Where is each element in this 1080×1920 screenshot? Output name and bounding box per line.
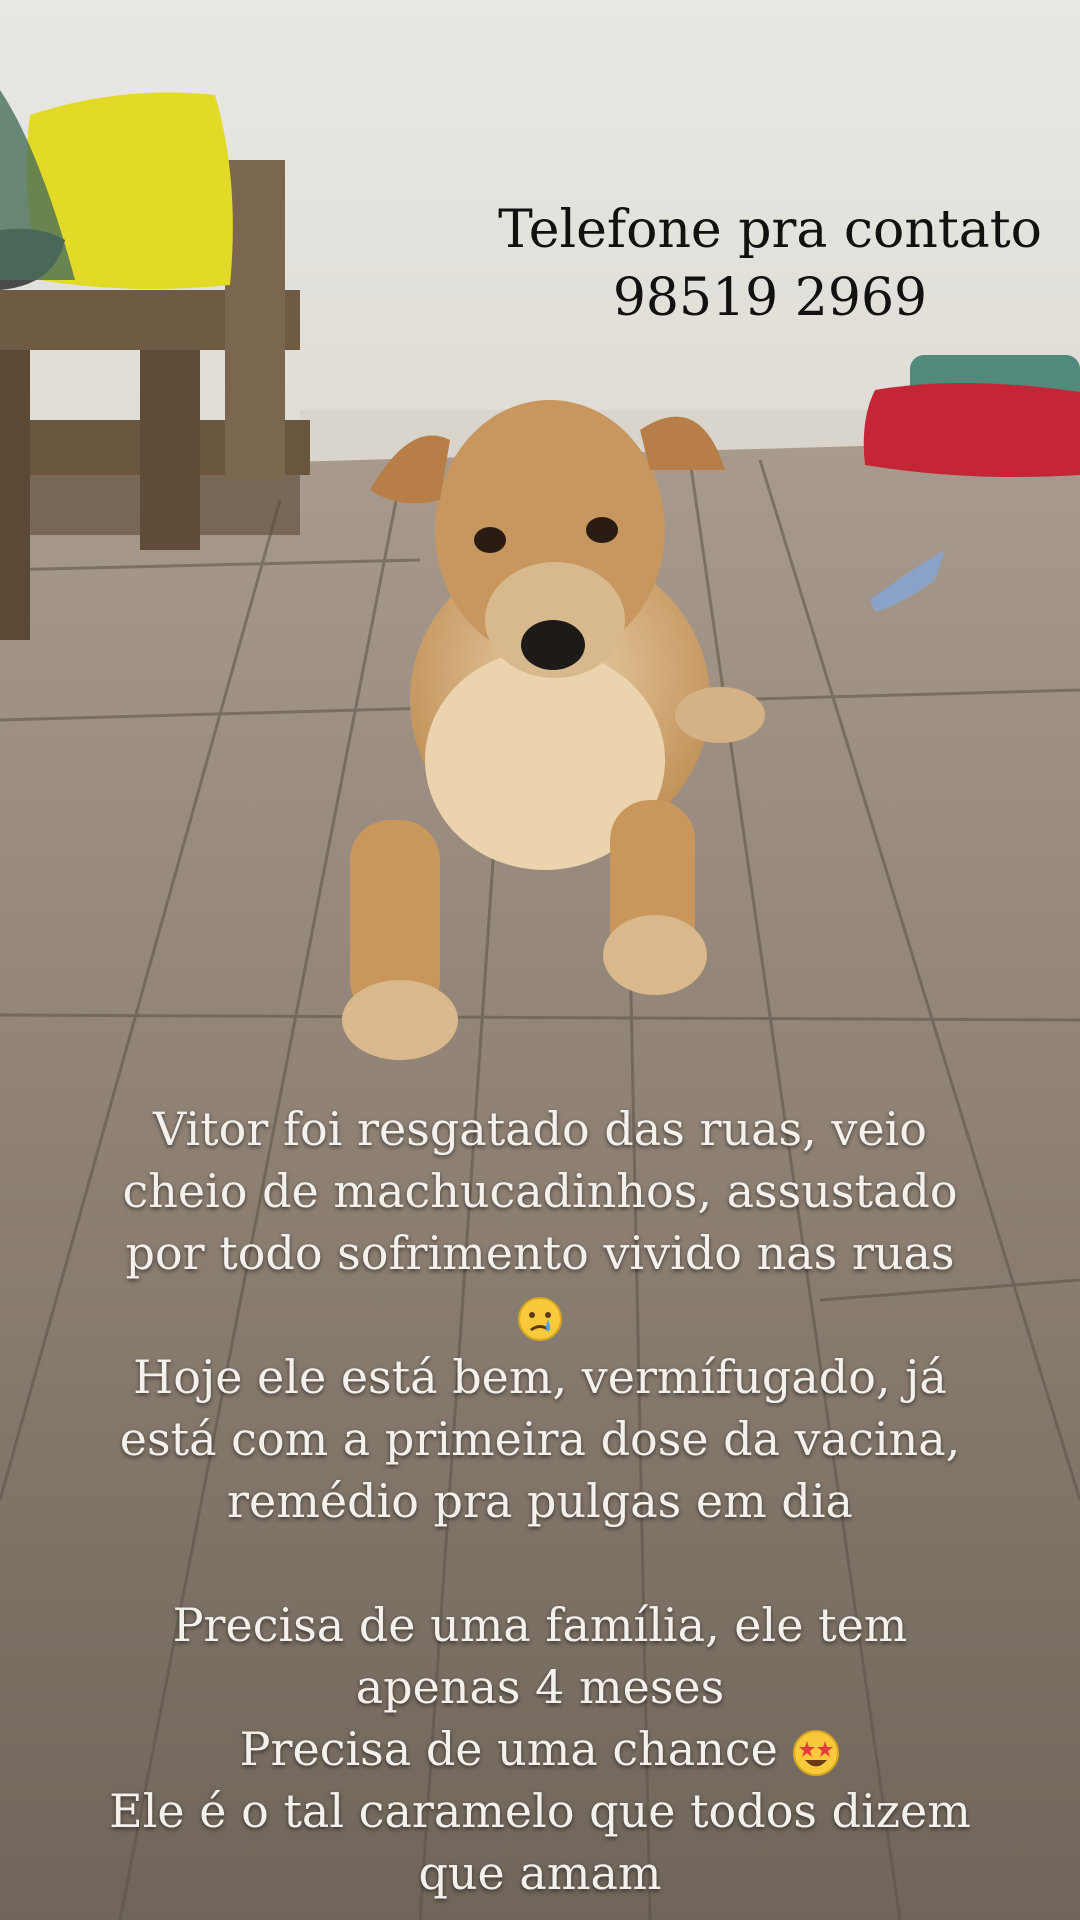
story-line: está com a primeira dose da vacina,: [119, 1412, 961, 1466]
story-line: Vitor foi resgatado das ruas, veio: [153, 1102, 927, 1156]
story-line: Precisa de uma família, ele tem: [172, 1598, 908, 1652]
contact-phone: 98519 2969: [612, 268, 928, 328]
chance-text: Precisa de uma chance: [239, 1722, 778, 1776]
story-line: que amam: [418, 1846, 662, 1900]
sad-emoji-line: [90, 1284, 990, 1346]
crying-face-icon: [518, 1297, 562, 1341]
story-line: remédio pra pulgas em dia: [227, 1474, 853, 1528]
story-line: cheio de machucadinhos, assustado: [122, 1164, 958, 1218]
story-line: Hoje ele está bem, vermífugado, já: [133, 1350, 947, 1404]
contact-label: Telefone pra contato: [498, 200, 1042, 260]
story-caption: Vitor foi resgatado das ruas, veio cheio…: [90, 1098, 990, 1904]
story-line: por todo sofrimento vivido nas ruas: [125, 1226, 955, 1280]
contact-caption: Telefone pra contato 98519 2969: [470, 196, 1070, 332]
red-cushion: [863, 382, 1080, 478]
story-line: Ele é o tal caramelo que todos dizem: [109, 1784, 971, 1838]
story-line: apenas 4 meses: [355, 1660, 725, 1714]
chance-line: Precisa de uma chance: [90, 1718, 990, 1780]
star-struck-icon: [793, 1730, 840, 1776]
